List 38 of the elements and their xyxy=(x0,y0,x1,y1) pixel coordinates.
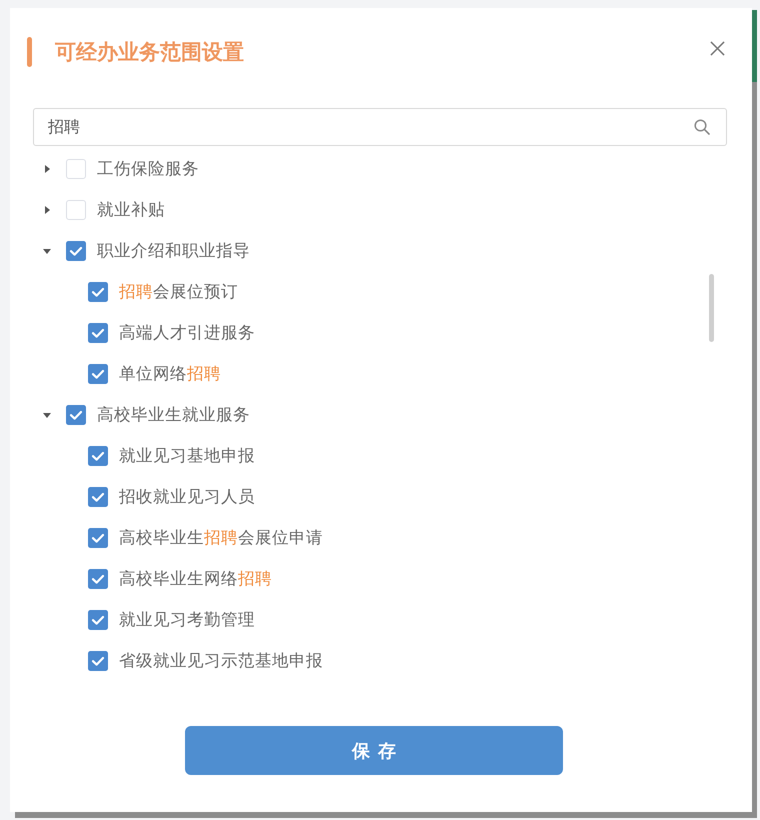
tree-item-label[interactable]: 高校毕业生招聘会展位申请 xyxy=(119,526,323,548)
checkbox[interactable] xyxy=(88,486,108,506)
checkbox[interactable] xyxy=(88,322,108,342)
scrollbar-thumb[interactable] xyxy=(709,274,714,342)
tree-item-label[interactable]: 就业见习基地申报 xyxy=(119,444,255,466)
caret-right-icon[interactable] xyxy=(43,206,51,214)
tree-item-label[interactable]: 高校毕业生网络招聘 xyxy=(119,568,272,590)
tree-item-label[interactable]: 就业补贴 xyxy=(97,198,165,220)
checkbox[interactable] xyxy=(88,364,108,384)
caret-down-icon[interactable] xyxy=(43,410,51,418)
checkbox[interactable] xyxy=(66,200,86,220)
checkbox[interactable] xyxy=(88,446,108,466)
checkbox[interactable] xyxy=(88,610,108,630)
checkbox[interactable] xyxy=(88,282,108,302)
save-button[interactable]: 保存 xyxy=(185,726,563,775)
checkbox[interactable] xyxy=(66,404,86,424)
page-scrollbar-thumb[interactable] xyxy=(752,10,757,82)
checkbox[interactable] xyxy=(66,158,86,178)
checkbox[interactable] xyxy=(66,240,86,260)
tree-item-label[interactable]: 省级就业见习示范基地申报 xyxy=(119,650,323,672)
tree-item-label[interactable]: 单位网络招聘 xyxy=(119,362,221,384)
caret-down-icon[interactable] xyxy=(43,246,51,254)
tree-item-label[interactable]: 招聘会展位预订 xyxy=(119,280,238,302)
dialog-title: 可经办业务范围设置 xyxy=(55,39,244,66)
caret-right-icon[interactable] xyxy=(43,164,51,172)
close-icon[interactable] xyxy=(710,41,725,56)
tree-item-label[interactable]: 招收就业见习人员 xyxy=(119,486,255,508)
tree-item-label[interactable]: 高校毕业生就业服务 xyxy=(97,404,250,426)
search-icon[interactable] xyxy=(694,119,710,135)
checkbox[interactable] xyxy=(88,650,108,670)
tree-item-label[interactable]: 高端人才引进服务 xyxy=(119,322,255,344)
tree-item-label[interactable]: 工伤保险服务 xyxy=(97,158,199,180)
tree-item-label[interactable]: 职业介绍和职业指导 xyxy=(97,240,250,262)
search-field[interactable]: 招聘 xyxy=(33,108,727,146)
tree-item-label[interactable]: 就业见习考勤管理 xyxy=(119,608,255,630)
checkbox[interactable] xyxy=(88,528,108,548)
title-accent-bar xyxy=(27,37,32,67)
checkbox[interactable] xyxy=(88,568,108,588)
